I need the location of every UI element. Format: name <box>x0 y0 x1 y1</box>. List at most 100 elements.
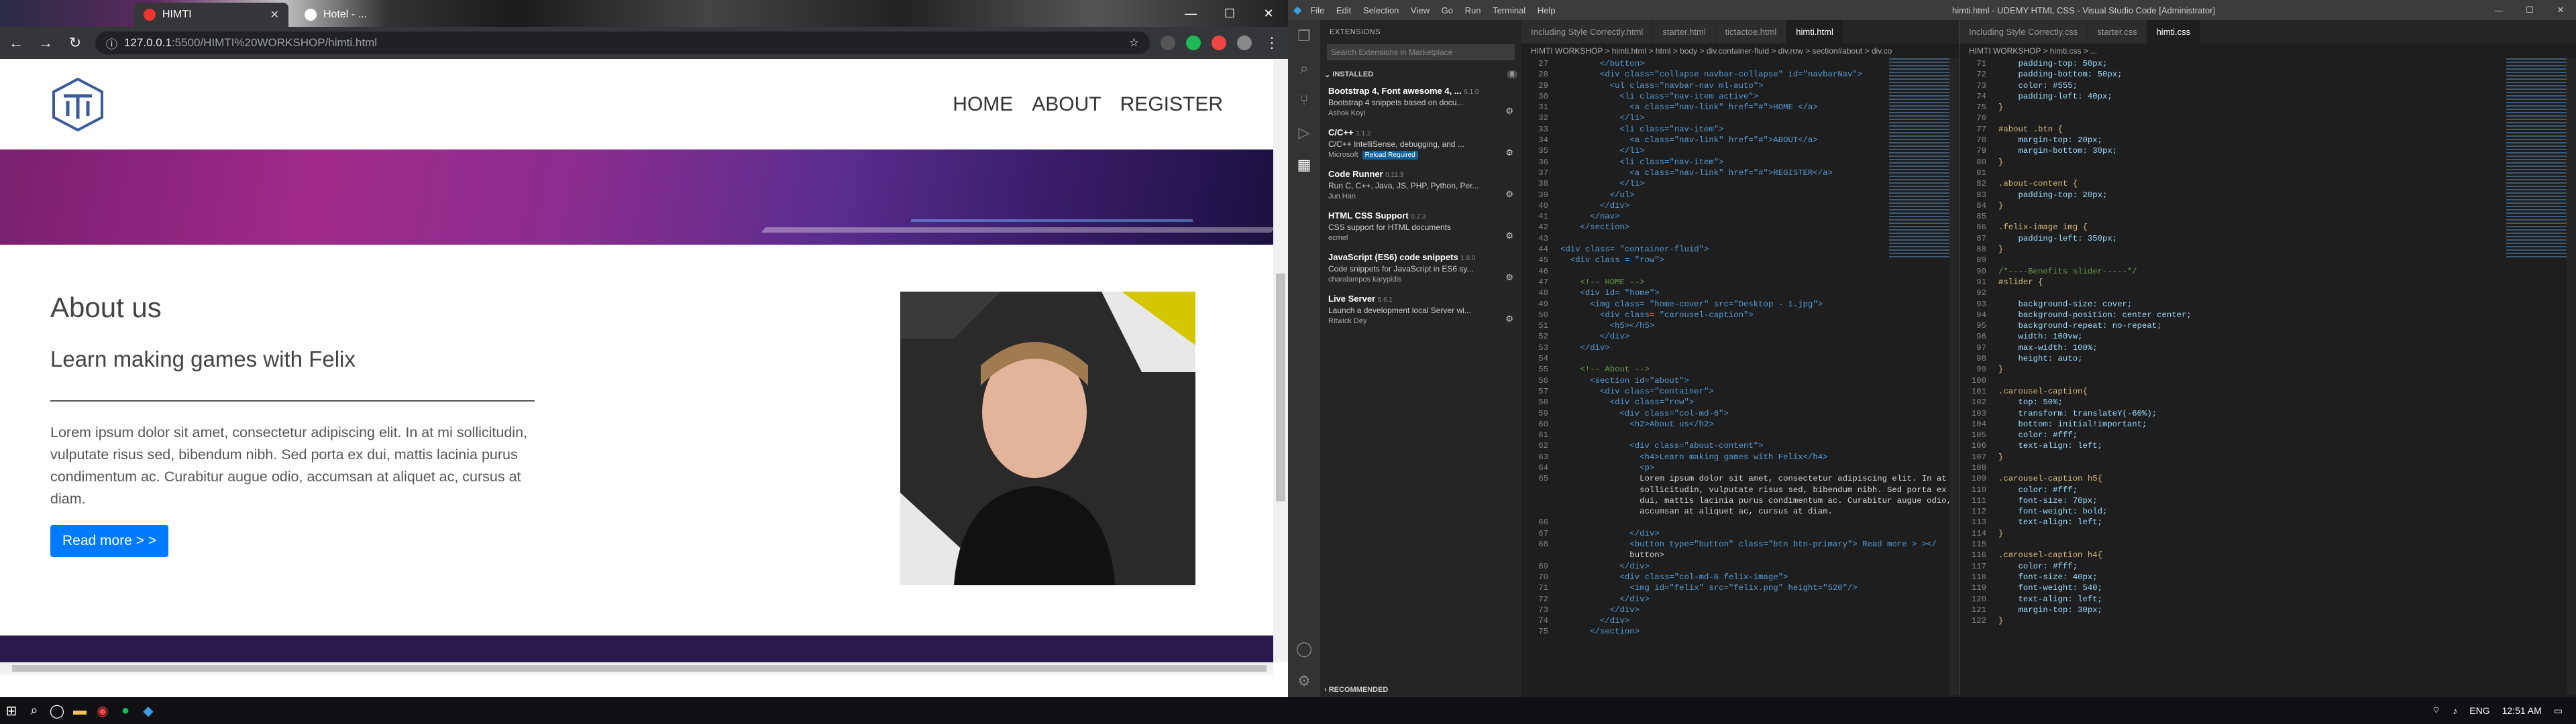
close-icon[interactable]: ✕ <box>1249 0 1288 27</box>
code-line: 75 </section> <box>1538 627 1640 637</box>
address-bar[interactable]: ⓘ 127.0.0.1:5500/HIMTI%20WORKSHOP/himti.… <box>95 32 1150 54</box>
extension-search-input[interactable]: Search Extensions in Marketplace <box>1327 44 1515 60</box>
extensions-icon[interactable]: ▦ <box>1288 149 1320 181</box>
volume-icon[interactable]: ♪ <box>2453 705 2457 716</box>
tab-favicon-icon <box>144 9 156 21</box>
minimize-icon[interactable]: — <box>2483 0 2514 20</box>
extension-item[interactable]: HTML CSS Support 0.2.3 CSS support for HT… <box>1320 206 1521 248</box>
recommended-section-header[interactable]: › RECOMMENDED <box>1320 682 1521 697</box>
code-line: sollicitudin, vulputate risus sed, biben… <box>1560 485 1947 495</box>
menu-help[interactable]: Help <box>1538 5 1556 15</box>
page-vertical-scrollbar[interactable] <box>1273 59 1288 662</box>
settings-gear-icon[interactable]: ⚙ <box>1288 665 1320 697</box>
menu-go[interactable]: Go <box>1442 5 1453 15</box>
browser-tab-2[interactable]: Hotel - ... <box>295 3 429 27</box>
installed-section-header[interactable]: ⌄ INSTALLED 8 <box>1320 67 1521 82</box>
back-icon[interactable]: ← <box>7 34 25 52</box>
tab-title: HIMTI <box>162 9 192 20</box>
site-logo[interactable] <box>50 77 105 132</box>
search-icon[interactable]: ⌕ <box>23 699 46 722</box>
menu-run[interactable]: Run <box>1465 5 1481 15</box>
editor-tabs: Including Style Correctly.css starter.css… <box>1960 20 2576 44</box>
menu-kebab-icon[interactable]: ⋮ <box>1263 34 1281 52</box>
editor-tab[interactable]: Including Style Correctly.css <box>1960 20 2088 44</box>
manage-gear-icon[interactable]: ⚙ <box>1505 147 1513 158</box>
reload-icon[interactable]: ↻ <box>66 34 85 52</box>
forward-icon[interactable]: → <box>36 34 55 52</box>
manage-gear-icon[interactable]: ⚙ <box>1505 314 1513 324</box>
code-line: 97 max-width: 100%; <box>1976 343 2098 353</box>
menu-terminal[interactable]: Terminal <box>1493 5 1525 15</box>
start-icon[interactable]: ⊞ <box>0 699 23 722</box>
close-icon[interactable]: ✕ <box>2545 0 2576 20</box>
wifi-icon[interactable]: ⌔ <box>2432 705 2440 717</box>
code-line: 68 <button type="button" class="btn btn-… <box>1538 540 1937 550</box>
editor-tab[interactable]: himti.css <box>2147 20 2201 44</box>
menu-file[interactable]: File <box>1310 5 1324 15</box>
breadcrumb[interactable]: HIMTI WORKSHOP > himti.html > html > bod… <box>1521 44 1959 58</box>
editor-tab[interactable]: tictactoe.html <box>1715 20 1787 44</box>
extension-item[interactable]: Code Runner 0.11.3 Run C, C++, Java, JS, … <box>1320 165 1521 206</box>
code-line: 120 text-align: left; <box>1971 594 2102 604</box>
nav-register-link[interactable]: REGISTER <box>1120 93 1223 116</box>
chrome-icon[interactable]: ◉ <box>91 699 114 722</box>
extension-icon[interactable] <box>1186 36 1201 50</box>
code-line: 75} <box>1976 103 2004 113</box>
browser-tab-himti[interactable]: HIMTI ✕ <box>134 3 288 27</box>
nav-about-link[interactable]: ABOUT <box>1032 93 1101 116</box>
extension-item[interactable]: Live Server 5.6.1 Launch a development lo… <box>1320 290 1521 331</box>
page-horizontal-scrollbar[interactable] <box>0 662 1273 674</box>
code-line: 96 width: 100vw; <box>1976 332 2083 342</box>
editor-tab[interactable]: starter.html <box>1653 20 1716 44</box>
search-icon[interactable]: ⌕ <box>1288 52 1320 84</box>
code-line: 80} <box>1976 157 2004 167</box>
profile-avatar[interactable] <box>1237 36 1252 50</box>
editor-tab[interactable]: Including Style Correctly.html <box>1521 20 1654 44</box>
extension-item[interactable]: JavaScript (ES6) code snippets 1.8.0 Code… <box>1320 248 1521 290</box>
editor-tab[interactable]: starter.css <box>2088 20 2147 44</box>
extension-item[interactable]: Bootstrap 4, Font awesome 4, ... 6.1.0 Bo… <box>1320 82 1521 123</box>
breadcrumb[interactable]: HIMTI WORKSHOP > himti.css > ... <box>1960 44 2576 58</box>
task-view-icon[interactable]: ◯ <box>46 699 68 722</box>
manage-gear-icon[interactable]: ⚙ <box>1505 189 1513 200</box>
minimap[interactable] <box>1889 58 1949 259</box>
info-icon[interactable]: ⓘ <box>106 35 117 52</box>
language-indicator[interactable]: ENG <box>2469 705 2489 716</box>
nav-home-link[interactable]: HOME <box>953 93 1013 116</box>
maximize-icon[interactable]: ☐ <box>2514 0 2545 20</box>
divider <box>50 400 535 402</box>
menu-edit[interactable]: Edit <box>1336 5 1351 15</box>
source-control-icon[interactable]: ⑂ <box>1288 84 1320 117</box>
explorer-icon[interactable]: ❐ <box>1288 20 1320 52</box>
read-more-button[interactable]: Read more > > <box>50 525 169 557</box>
account-icon[interactable]: ◯ <box>1288 633 1320 665</box>
spotify-icon[interactable]: ● <box>114 699 137 722</box>
menu-view[interactable]: View <box>1411 5 1430 15</box>
clock[interactable]: 12:51 AM <box>2502 705 2542 716</box>
extension-icon[interactable] <box>1161 36 1175 50</box>
bookmark-star-icon[interactable]: ☆ <box>1129 36 1139 50</box>
manage-gear-icon[interactable]: ⚙ <box>1505 272 1513 283</box>
menu-selection[interactable]: Selection <box>1363 5 1399 15</box>
editor-tab[interactable]: himti.html <box>1786 20 1843 44</box>
maximize-icon[interactable]: ☐ <box>1210 0 1249 27</box>
minimize-icon[interactable]: — <box>1171 0 1210 27</box>
file-explorer-icon[interactable]: ▬ <box>68 699 91 722</box>
code-line: 85 <box>1976 212 1986 222</box>
code-line: 54 <box>1538 354 1548 364</box>
run-debug-icon[interactable]: ▷ <box>1288 117 1320 149</box>
vscode-icon[interactable]: ◆ <box>137 699 160 722</box>
extension-item[interactable]: C/C++ 1.1.2 C/C++ IntelliSense, debugging… <box>1320 123 1521 165</box>
css-code[interactable]: 71 padding-top: 50px; 72 padding-bottom: … <box>1960 58 2576 626</box>
editor-scrollbar[interactable] <box>1949 58 1959 695</box>
extension-icon[interactable] <box>1212 36 1226 50</box>
editor-scrollbar[interactable] <box>2567 58 2576 695</box>
manage-gear-icon[interactable]: ⚙ <box>1505 106 1513 117</box>
tab-close-icon[interactable]: ✕ <box>270 8 279 21</box>
notifications-icon[interactable]: ▭ <box>2554 705 2563 717</box>
minimap[interactable] <box>2506 58 2567 259</box>
extension-description: C/C++ IntelliSense, debugging, and ... <box>1328 139 1464 149</box>
manage-gear-icon[interactable]: ⚙ <box>1505 231 1513 241</box>
browser-tab-bar: HIMTI ✕ Hotel - ... — ☐ ✕ <box>0 0 1288 27</box>
code-line: 119 font-weight: 540; <box>1971 583 2102 593</box>
